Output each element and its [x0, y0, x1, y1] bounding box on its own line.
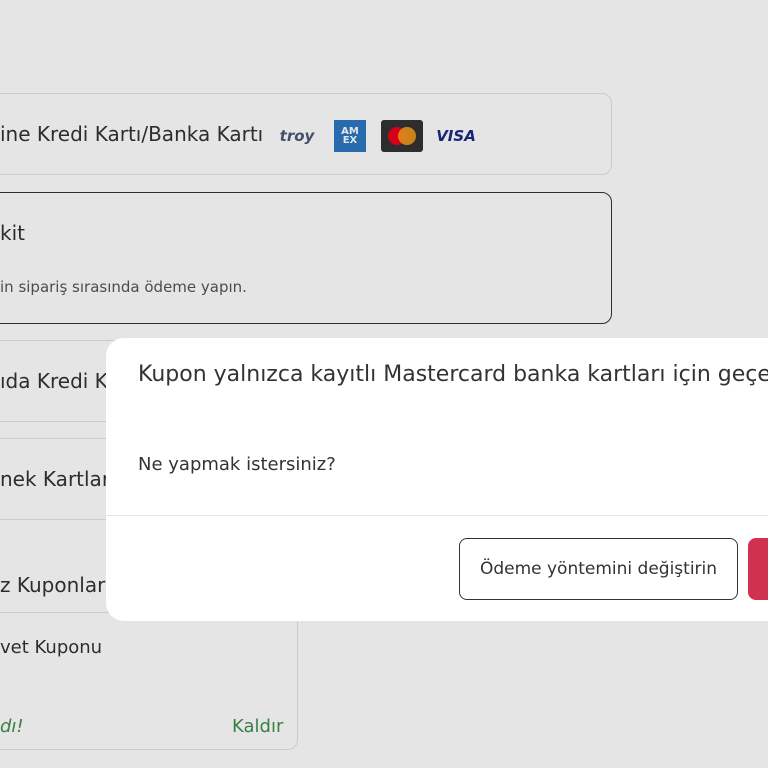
modal-title: Kupon yalnızca kayıtlı Mastercard banka … — [138, 362, 768, 387]
coupon-warning-modal: Kupon yalnızca kayıtlı Mastercard banka … — [106, 338, 768, 621]
modal-question: Ne yapmak istersiniz? — [138, 454, 336, 475]
confirm-button[interactable] — [748, 538, 768, 600]
change-payment-method-button[interactable]: Ödeme yöntemini değiştirin — [459, 538, 738, 600]
modal-divider — [106, 515, 768, 516]
